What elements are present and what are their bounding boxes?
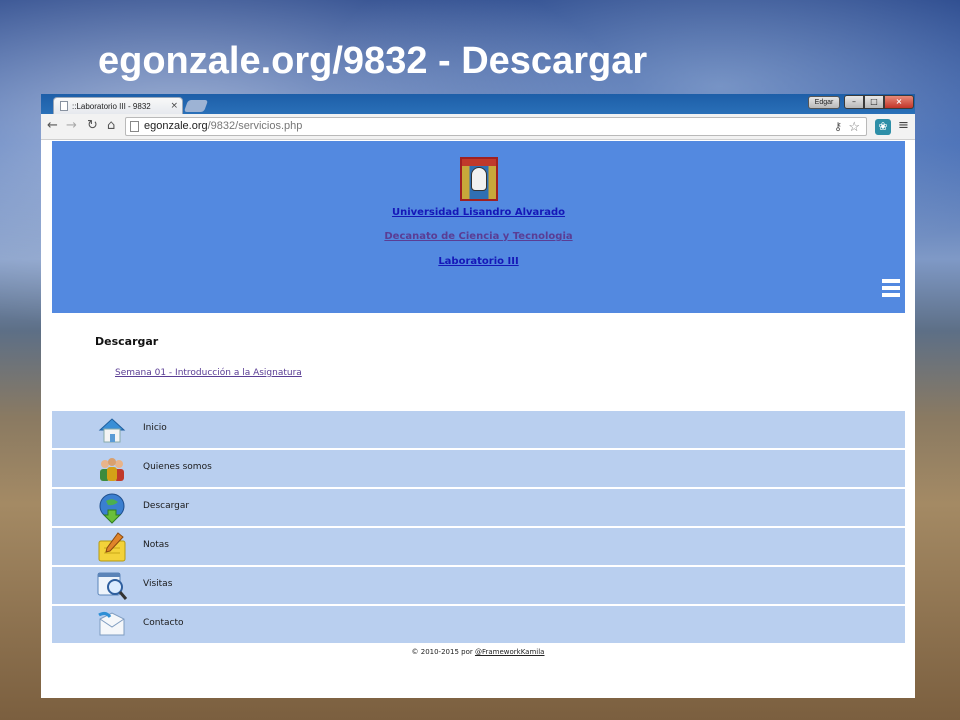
key-icon[interactable]: ⚷	[834, 119, 842, 136]
hamburger-menu-icon[interactable]	[882, 279, 900, 297]
university-crest-icon	[460, 157, 498, 201]
tab-title: ::Laboratorio III - 9832	[72, 101, 151, 111]
menu-item-visitas[interactable]: Visitas	[52, 567, 905, 605]
menu-item-notas[interactable]: Notas	[52, 528, 905, 566]
url-path: /9832/servicios.php	[207, 120, 303, 132]
menu-label: Notas	[143, 540, 169, 550]
page-icon	[130, 121, 139, 132]
web-search-icon	[97, 572, 128, 600]
page-footer: © 2010-2015 por @FrameworkKamila	[41, 648, 915, 656]
menu-label: Quienes somos	[143, 462, 212, 472]
home-icon[interactable]: ⌂	[107, 119, 115, 133]
menu-label: Visitas	[143, 579, 173, 589]
address-bar[interactable]: egonzale.org/9832/servicios.php ⚷ ☆	[125, 117, 867, 136]
menu-item-inicio[interactable]: Inicio	[52, 411, 905, 449]
nav-menu: Inicio Quienes somos Descargar Notas Vis…	[52, 411, 905, 644]
menu-label: Descargar	[143, 501, 190, 511]
link-university[interactable]: Universidad Lisandro Alvarado	[52, 207, 905, 218]
download-globe-icon	[99, 493, 125, 524]
menu-label: Contacto	[143, 618, 184, 628]
menu-label: Inicio	[143, 423, 167, 433]
back-arrow-icon[interactable]: ←	[47, 119, 58, 133]
close-icon[interactable]: ×	[170, 101, 178, 111]
web-page: Universidad Lisandro Alvarado Decanato d…	[41, 140, 915, 698]
slide-title: egonzale.org/9832 - Descargar	[98, 40, 648, 82]
minimize-button[interactable]: –	[844, 95, 864, 109]
extension-icon[interactable]: ❀	[875, 119, 891, 135]
profile-button[interactable]: Edgar	[808, 96, 840, 109]
download-link[interactable]: Semana 01 - Introducción a la Asignatura	[115, 368, 302, 378]
link-laboratorio[interactable]: Laboratorio III	[52, 256, 905, 267]
house-icon	[98, 418, 126, 443]
browser-window: ::Laboratorio III - 9832 × Edgar – □ × ←…	[41, 94, 915, 698]
menu-icon[interactable]: ≡	[898, 118, 909, 133]
close-window-button[interactable]: ×	[884, 95, 914, 109]
menu-item-quienes-somos[interactable]: Quienes somos	[52, 450, 905, 488]
author-link[interactable]: @FrameworkKamila	[475, 648, 545, 656]
page-icon	[60, 101, 68, 111]
menu-item-contacto[interactable]: Contacto	[52, 606, 905, 644]
forward-arrow-icon[interactable]: →	[66, 119, 77, 133]
tab-bar: ::Laboratorio III - 9832 × Edgar – □ ×	[41, 94, 915, 114]
notepad-icon	[98, 532, 126, 562]
star-icon[interactable]: ☆	[848, 118, 860, 135]
link-decanato[interactable]: Decanato de Ciencia y Tecnologia	[52, 231, 905, 242]
url-host: egonzale.org	[144, 120, 208, 132]
page-title: Descargar	[95, 335, 159, 348]
browser-toolbar: ← → ↻ ⌂ egonzale.org/9832/servicios.php …	[41, 114, 915, 140]
site-header: Universidad Lisandro Alvarado Decanato d…	[52, 141, 905, 313]
reload-icon[interactable]: ↻	[87, 119, 98, 133]
copyright-text: © 2010-2015 por	[411, 648, 473, 656]
people-icon	[100, 458, 124, 481]
browser-tab[interactable]: ::Laboratorio III - 9832 ×	[53, 97, 183, 114]
maximize-button[interactable]: □	[864, 95, 884, 109]
new-tab-button[interactable]	[183, 100, 209, 112]
menu-item-descargar[interactable]: Descargar	[52, 489, 905, 527]
mail-icon	[98, 611, 125, 636]
